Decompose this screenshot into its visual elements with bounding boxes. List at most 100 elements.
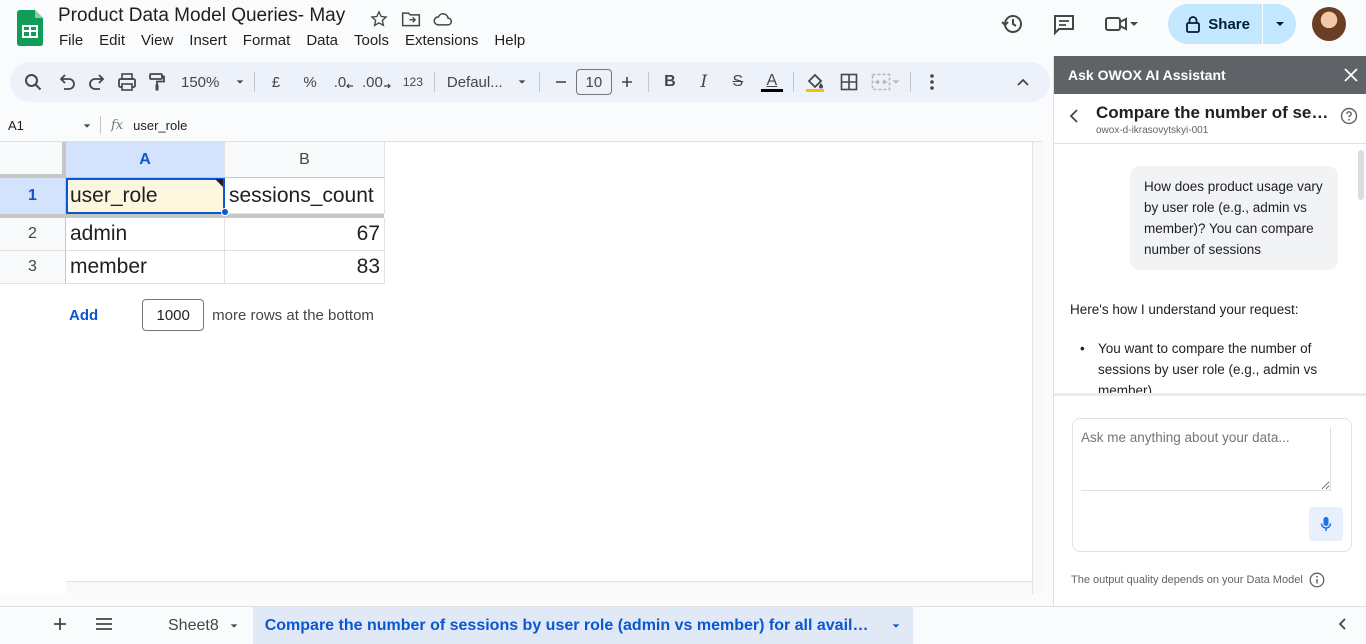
menu-extensions[interactable]: Extensions (405, 32, 486, 49)
menu-help[interactable]: Help (494, 32, 533, 49)
name-box[interactable]: A1 (0, 118, 100, 133)
zoom-select[interactable]: 150% (178, 67, 248, 97)
percent-format-button[interactable]: % (295, 67, 325, 97)
print-button[interactable] (112, 67, 142, 97)
star-icon[interactable] (368, 8, 390, 30)
ai-assistant-panel: Ask OWOX AI Assistant Compare the number… (1053, 56, 1366, 606)
document-title[interactable]: Product Data Model Queries- May (58, 5, 345, 27)
cloud-saved-icon[interactable] (432, 8, 454, 30)
plus-icon (621, 77, 632, 87)
chevron-down-icon (1130, 22, 1139, 26)
merge-cells-button[interactable] (868, 67, 904, 97)
font-family-select[interactable]: Defaul... (441, 67, 533, 97)
share-dropdown-button[interactable] (1262, 4, 1296, 44)
cell-a2[interactable]: admin (66, 218, 225, 251)
toolbar-divider (909, 72, 911, 92)
text-color-swatch (760, 88, 783, 92)
more-formats-button[interactable]: 123 (398, 67, 428, 97)
menu-edit[interactable]: Edit (99, 32, 133, 49)
text-color-label: A (766, 71, 778, 89)
decrease-font-size-button[interactable] (546, 67, 576, 97)
column-header-b[interactable]: B (225, 142, 385, 178)
meet-button[interactable] (1096, 4, 1148, 44)
toolbar-divider (433, 72, 435, 92)
side-panel-toggle[interactable] (1336, 617, 1348, 636)
column-header-a[interactable]: A (66, 142, 225, 178)
cell-b1[interactable]: sessions_count (225, 178, 385, 214)
menu-insert[interactable]: Insert (189, 32, 235, 49)
fill-color-button[interactable] (800, 67, 830, 97)
chevron-down-icon (236, 80, 244, 84)
menu-view[interactable]: View (141, 32, 181, 49)
search-menus-button[interactable] (18, 67, 48, 97)
decrease-decimal-button[interactable]: .0 (329, 67, 359, 97)
add-rows-suffix: more rows at the bottom (212, 306, 374, 324)
select-all-corner[interactable] (0, 142, 66, 178)
strikethrough-button[interactable]: S (723, 67, 753, 97)
help-icon[interactable] (1340, 107, 1358, 125)
chevron-down-icon (518, 80, 526, 84)
arrow-left-icon (346, 83, 354, 89)
info-icon[interactable] (1309, 572, 1325, 588)
increase-decimal-button[interactable]: .00 (359, 67, 394, 97)
bold-button[interactable]: B (655, 67, 685, 97)
increase-font-size-button[interactable] (612, 67, 642, 97)
fill-handle[interactable] (221, 208, 229, 216)
rows-count-input[interactable]: 1000 (142, 299, 205, 331)
horizontal-scrollbar[interactable] (66, 581, 1032, 593)
bullet-icon: • (1080, 341, 1085, 356)
chat-history: How does product usage vary by user role… (1054, 144, 1366, 396)
add-sheet-button[interactable] (40, 614, 80, 637)
share-control: Share (1168, 4, 1296, 44)
cell-b2[interactable]: 67 (225, 218, 385, 251)
conversation-title: Compare the number of sess... (1096, 103, 1336, 122)
cell-a1[interactable]: user_role (66, 178, 225, 214)
back-icon[interactable] (1068, 108, 1080, 124)
version-history-button[interactable] (992, 4, 1032, 44)
sheet-tabs-bar: Sheet8 Compare the number of sessions by… (0, 606, 1366, 644)
currency-format-button[interactable]: £ (261, 67, 291, 97)
voice-input-button[interactable] (1309, 507, 1343, 541)
comments-button[interactable] (1044, 4, 1084, 44)
sheets-logo-icon[interactable] (17, 10, 43, 46)
increase-decimal-label: .00 (362, 73, 383, 91)
menu-bar: File Edit View Insert Format Data Tools … (59, 32, 541, 49)
row-header-2[interactable]: 2 (0, 218, 66, 251)
chat-input[interactable] (1081, 427, 1331, 491)
italic-button[interactable]: I (689, 67, 719, 97)
sheet-tab-sheet8[interactable]: Sheet8 (154, 607, 253, 644)
quality-note: The output quality depends on your Data … (1071, 572, 1325, 588)
chat-scrollbar[interactable] (1358, 150, 1364, 200)
redo-button[interactable] (82, 67, 112, 97)
more-options-button[interactable] (917, 67, 947, 97)
formula-bar: A1 fx user_role (0, 110, 1052, 140)
row-header-1[interactable]: 1 (0, 178, 66, 214)
arrow-right-icon (383, 83, 391, 89)
vertical-scrollbar[interactable] (1032, 142, 1042, 594)
toolbar-divider (254, 72, 255, 92)
font-size-input[interactable]: 10 (575, 69, 612, 95)
sheet-tab-active[interactable]: Compare the number of sessions by user r… (252, 606, 913, 644)
text-color-button[interactable]: A (757, 67, 787, 97)
all-sheets-button[interactable] (84, 617, 124, 635)
menu-format[interactable]: Format (243, 32, 299, 49)
collapse-menus-button[interactable] (1008, 67, 1038, 97)
menu-file[interactable]: File (59, 32, 91, 49)
panel-header: Ask OWOX AI Assistant (1054, 56, 1366, 94)
account-avatar[interactable] (1312, 7, 1346, 41)
move-folder-icon[interactable] (400, 8, 422, 30)
menu-data[interactable]: Data (306, 32, 346, 49)
add-rows-button[interactable]: Add (69, 307, 98, 324)
cell-b3[interactable]: 83 (225, 251, 385, 284)
cell-a3[interactable]: member (66, 251, 225, 284)
paint-bucket-icon (805, 73, 824, 92)
paint-format-button[interactable] (142, 67, 172, 97)
borders-button[interactable] (834, 67, 864, 97)
undo-button[interactable] (52, 67, 82, 97)
close-icon[interactable] (1344, 68, 1358, 82)
row-header-3[interactable]: 3 (0, 251, 66, 284)
menu-tools[interactable]: Tools (354, 32, 397, 49)
print-icon (118, 73, 136, 91)
share-button[interactable]: Share (1168, 4, 1262, 44)
formula-input[interactable]: user_role (133, 118, 187, 133)
